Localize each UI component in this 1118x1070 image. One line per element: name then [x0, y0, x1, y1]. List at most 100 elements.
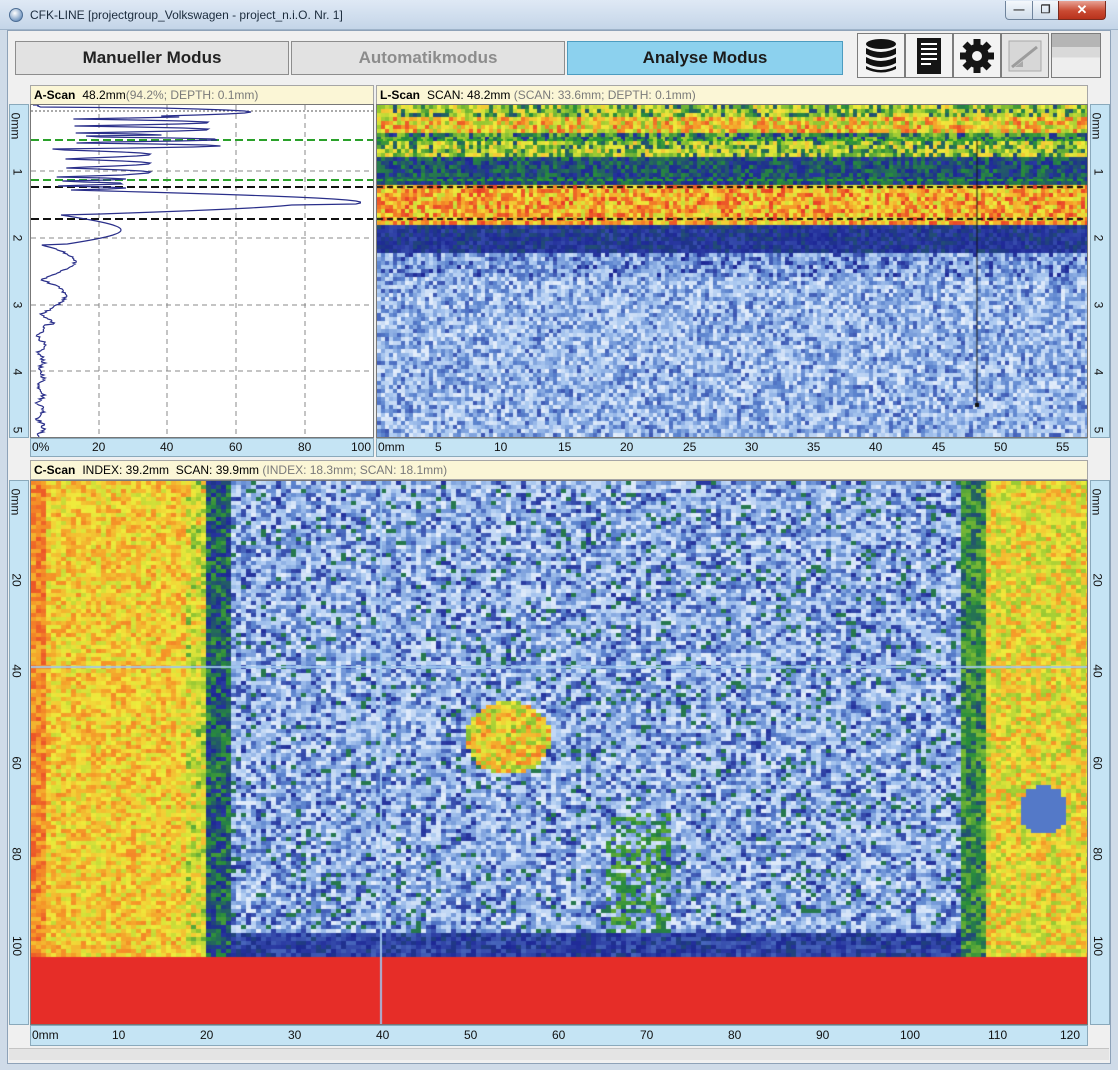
cscan-y-tick: 80: [1090, 847, 1105, 861]
cscan-y-tick: 0mm: [8, 488, 23, 516]
cscan-title: C-Scan: [34, 463, 76, 477]
cscan-detail: (INDEX: 18.3mm; SCAN: 18.1mm): [262, 463, 448, 477]
cscan-x-tick: 40: [376, 1028, 390, 1042]
maximize-button[interactable]: ❐: [1032, 1, 1059, 20]
lscan-x-tick: 15: [558, 440, 572, 454]
lscan-x-tick: 10: [494, 440, 508, 454]
cscan-y-tick: 100: [10, 935, 25, 957]
ascan-x-tick: 100: [351, 440, 372, 454]
report-button[interactable]: [905, 33, 953, 78]
cscan-y-tick: 60: [1090, 756, 1105, 770]
automatic-mode-button[interactable]: Automatikmodus: [291, 41, 565, 75]
lscan-heatmap: [377, 105, 1087, 437]
lscan-header: L-Scan SCAN: 48.2mm (SCAN: 33.6mm; DEPTH:…: [376, 85, 1088, 105]
cscan-x-tick: 90: [816, 1028, 830, 1042]
calibration-icon: [1008, 40, 1042, 71]
cscan-x-tick: 110: [988, 1028, 1008, 1042]
ascan-detail: (94.2%; DEPTH: 0.1mm): [125, 88, 259, 102]
ascan-x-tick: 60: [229, 440, 243, 454]
cscan-x-tick: 10: [112, 1028, 126, 1042]
window-title: CFK-LINE [projectgroup_Volkswagen - proj…: [30, 8, 343, 22]
app-icon: [9, 8, 23, 22]
lscan-x-tick: 20: [620, 440, 634, 454]
cscan-image[interactable]: [30, 480, 1088, 1025]
lscan-detail: (SCAN: 33.6mm; DEPTH: 0.1mm): [513, 88, 696, 102]
calibration-button[interactable]: [1001, 33, 1049, 78]
lscan-x-axis: 0mm 5 10 15 20 25 30 35 40 45 50 55: [376, 438, 1088, 457]
cscan-x-tick: 30: [288, 1028, 302, 1042]
lscan-y-tick: 4: [1091, 368, 1106, 376]
cscan-x-tick: 120: [1060, 1028, 1081, 1042]
ascan-y-tick: 3: [10, 301, 25, 309]
ascan-title: A-Scan: [34, 88, 76, 102]
database-icon: [866, 38, 896, 72]
ascan-header: A-Scan 48.2mm(94.2%; DEPTH: 0.1mm): [30, 85, 374, 105]
database-button[interactable]: [857, 33, 905, 78]
cscan-x-axis: 0mm 10 20 30 40 50 60 70 80 90 100 110 1…: [30, 1025, 1088, 1046]
ascan-y-tick: 4: [10, 368, 25, 376]
ascan-signal-line: [33, 105, 361, 437]
cscan-y-tick: 80: [9, 847, 24, 861]
gear-icon: [960, 38, 994, 73]
panel-button[interactable]: [1051, 33, 1101, 78]
lscan-value: SCAN: 48.2mm: [427, 88, 511, 102]
manual-mode-button[interactable]: Manueller Modus: [15, 41, 289, 75]
ascan-value: 48.2mm: [82, 88, 126, 102]
ascan-x-tick: 0%: [32, 440, 50, 454]
cscan-x-tick: 70: [640, 1028, 654, 1042]
ascan-waveform: [31, 105, 373, 437]
cscan-value: INDEX: 39.2mm SCAN: 39.9mm: [82, 463, 260, 477]
cscan-y-tick: 40: [1090, 664, 1105, 678]
lscan-x-tick: 0mm: [378, 440, 405, 454]
ascan-x-tick: 40: [160, 440, 174, 454]
cscan-x-tick: 60: [552, 1028, 566, 1042]
ascan-y-tick: 1: [10, 168, 25, 176]
lscan-x-tick: 45: [932, 440, 946, 454]
minimize-button[interactable]: —: [1005, 1, 1033, 20]
ascan-grid: [31, 105, 373, 437]
lscan-x-tick: 55: [1056, 440, 1070, 454]
close-button[interactable]: ✕: [1058, 1, 1106, 20]
ascan-plot[interactable]: [30, 104, 374, 438]
cscan-x-tick: 0mm: [32, 1028, 59, 1042]
cscan-y-axis-left: 0mm 20 40 60 80 100: [8, 480, 29, 1025]
report-icon: [917, 37, 941, 74]
lscan-x-tick: 40: [869, 440, 883, 454]
ascan-x-axis: 0% 20 40 60 80 100: [30, 438, 374, 457]
cscan-header: C-Scan INDEX: 39.2mm SCAN: 39.9mm (INDEX:…: [30, 460, 1088, 480]
cscan-y-tick: 60: [9, 756, 24, 770]
ascan-x-tick: 80: [298, 440, 312, 454]
ascan-y-tick: 0mm: [8, 112, 23, 140]
cscan-y-tick: 20: [1090, 573, 1105, 587]
lscan-title: L-Scan: [380, 88, 421, 102]
cscan-y-tick: 0mm: [1089, 488, 1104, 516]
lscan-y-tick: 1: [1091, 168, 1106, 176]
ascan-y-tick: 5: [10, 426, 25, 434]
cscan-x-tick: 50: [464, 1028, 478, 1042]
cscan-y-tick: 20: [9, 573, 24, 587]
cscan-x-tick: 20: [200, 1028, 214, 1042]
status-strip: [9, 1048, 1109, 1060]
ascan-y-tick: 2: [10, 234, 25, 242]
title-bar: CFK-LINE [projectgroup_Volkswagen - proj…: [0, 0, 1118, 30]
lscan-image[interactable]: [376, 104, 1088, 438]
lscan-y-tick: 3: [1091, 301, 1106, 309]
analysis-mode-button[interactable]: Analyse Modus: [567, 41, 843, 75]
cscan-y-tick: 40: [9, 664, 24, 678]
lscan-y-tick: 5: [1091, 426, 1106, 434]
lscan-x-tick: 35: [807, 440, 821, 454]
cscan-x-tick: 80: [728, 1028, 742, 1042]
settings-button[interactable]: [953, 33, 1001, 78]
cscan-heatmap: [31, 481, 1087, 1024]
lscan-x-tick: 30: [745, 440, 759, 454]
lscan-x-tick: 25: [683, 440, 697, 454]
lscan-y-tick: 2: [1091, 234, 1106, 242]
cscan-y-tick: 100: [1091, 935, 1106, 957]
cscan-x-tick: 100: [900, 1028, 921, 1042]
ascan-x-tick: 20: [92, 440, 106, 454]
lscan-y-tick: 0mm: [1089, 112, 1104, 140]
lscan-x-tick: 50: [994, 440, 1008, 454]
lscan-y-axis: 0mm 1 2 3 4 5: [1089, 104, 1110, 438]
ascan-y-axis: 0mm 1 2 3 4 5: [8, 104, 29, 438]
cscan-y-axis-right: 0mm 20 40 60 80 100: [1089, 480, 1110, 1025]
